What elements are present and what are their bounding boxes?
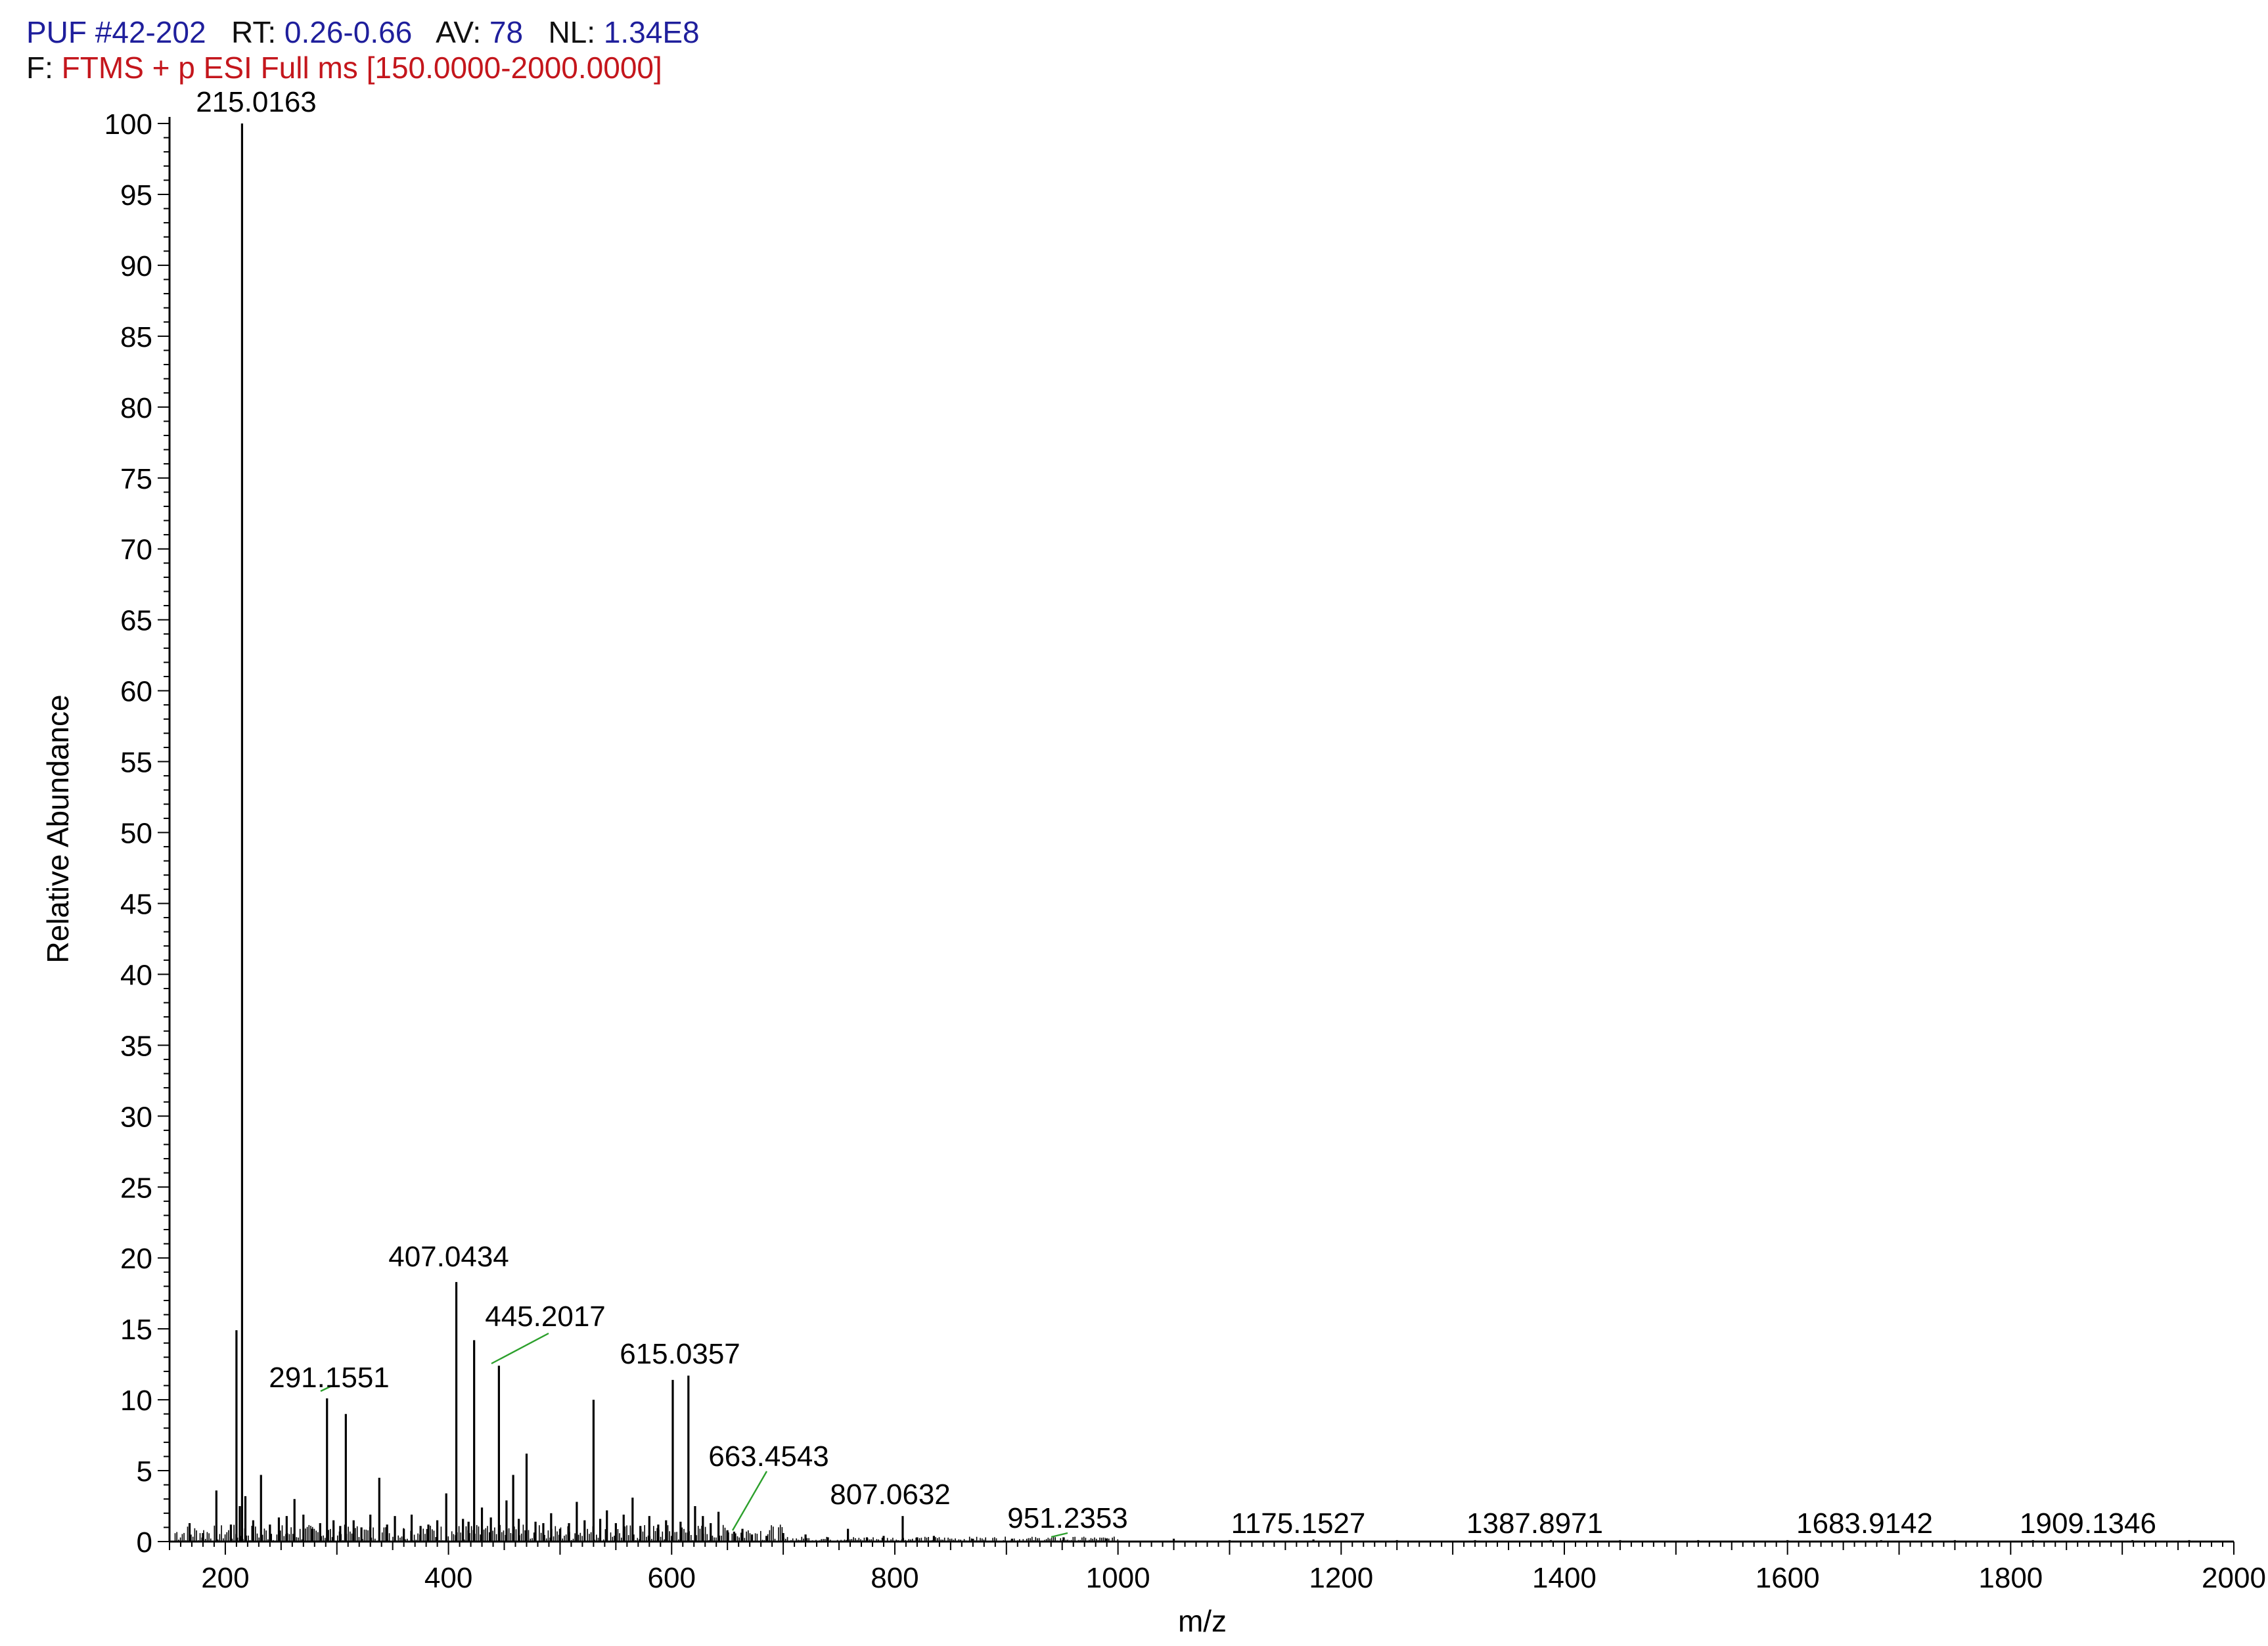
y-tick-label: 50: [120, 818, 152, 850]
x-tick-label: 1000: [1086, 1562, 1150, 1594]
y-tick-label: 40: [120, 959, 152, 991]
x-tick-label: 2000: [2202, 1562, 2266, 1594]
baseline-noise: [174, 1524, 1119, 1542]
y-tick-label: 55: [120, 747, 152, 779]
peak-label: 1909.1346: [2020, 1507, 2156, 1540]
x-axis-label: m/z: [1178, 1604, 1227, 1638]
y-tick-label: 65: [120, 605, 152, 637]
y-tick-label: 80: [120, 392, 152, 424]
y-tick-label: 30: [120, 1101, 152, 1133]
peak-label: 1387.8971: [1466, 1507, 1603, 1540]
y-axis-label: Relative Abundance: [41, 694, 75, 963]
y-tick-label: 45: [120, 888, 152, 920]
peak-label: 215.0163: [196, 86, 317, 118]
y-tick-label: 75: [120, 463, 152, 495]
y-axis-ticks: 0 5 10 15 20 25 30 35 40 45 50 55 60 65 70 75 80 85 90 95 10…: [104, 108, 170, 1559]
x-tick-label: 200: [201, 1562, 249, 1594]
x-tick-label: 1800: [1978, 1562, 2043, 1594]
peak-annotations: 215.0163 407.0434 445.2017 291.1551 615.0357…: [196, 86, 2156, 1540]
peak-label: 1175.1527: [1231, 1507, 1366, 1540]
y-tick-label: 95: [120, 179, 152, 211]
y-tick-label: 5: [137, 1456, 152, 1488]
mass-spectrum-chart: 0 5 10 15 20 25 30 35 40 45 50 55 60 65 70 75 80 85 90 95 10…: [41, 86, 2266, 1638]
peak-label: 807.0632: [830, 1479, 951, 1511]
y-tick-label: 85: [120, 321, 152, 353]
peak-label: 663.4543: [708, 1440, 829, 1473]
y-tick-label: 15: [120, 1314, 152, 1346]
y-tick-label: 60: [120, 676, 152, 708]
x-tick-label: 1200: [1309, 1562, 1373, 1594]
peak-label: 615.0357: [620, 1338, 740, 1370]
annotation-leader: [491, 1332, 549, 1365]
x-axis-ticks: 200 400 600 800 1000 1200 1400 1600 1800 2000: [169, 1542, 2266, 1594]
y-tick-label: 70: [120, 534, 152, 566]
peak-label: 951.2353: [1007, 1502, 1128, 1534]
chart-axes: [168, 117, 2234, 1543]
peak-label: 445.2017: [485, 1301, 606, 1333]
y-tick-label: 100: [104, 108, 152, 141]
peak-label: 291.1551: [269, 1362, 390, 1394]
x-tick-label: 1400: [1532, 1562, 1597, 1594]
annotation-leader: [731, 1471, 768, 1531]
y-tick-label: 35: [120, 1030, 152, 1062]
noise-trace: [174, 1524, 1119, 1542]
x-tick-label: 1600: [1756, 1562, 1820, 1594]
x-tick-label: 400: [424, 1562, 472, 1594]
y-tick-label: 25: [120, 1172, 152, 1204]
y-tick-label: 10: [120, 1385, 152, 1417]
peak-label: 407.0434: [388, 1241, 509, 1273]
x-tick-label: 800: [871, 1562, 919, 1594]
y-tick-label: 0: [137, 1526, 152, 1559]
peak-label: 1683.9142: [1796, 1507, 1933, 1540]
y-tick-label: 20: [120, 1243, 152, 1275]
y-tick-label: 90: [120, 250, 152, 282]
x-tick-label: 600: [648, 1562, 696, 1594]
